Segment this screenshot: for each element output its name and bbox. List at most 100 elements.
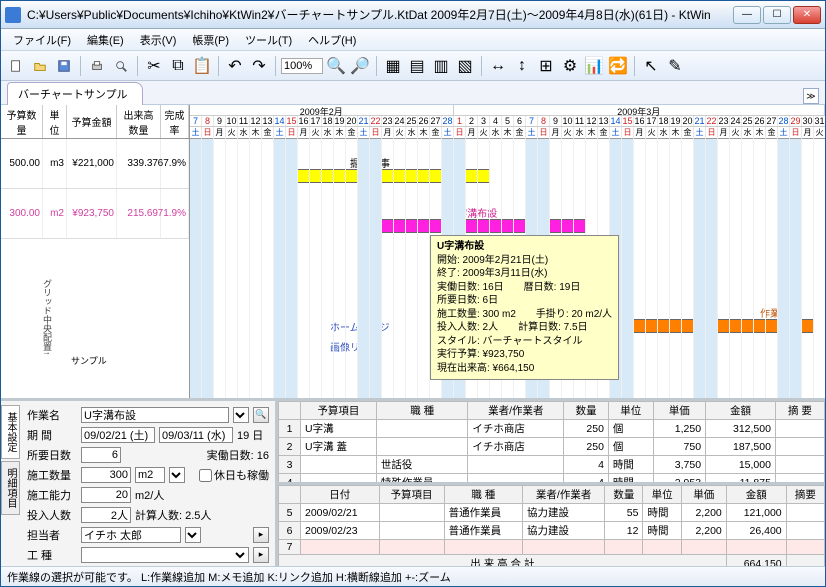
zoom-input[interactable] [281,58,323,74]
month-mar: 2009年3月 [454,105,825,115]
label-period: 期 間 [27,427,77,443]
progress-grid[interactable]: 日付 予算項目 職 種 業者/作業者 数量 単位 単価 金額 摘要 52009/… [278,485,825,566]
collapse-button[interactable]: ≫ [803,88,819,104]
actual-days: 実働日数: 16 [207,447,269,463]
calc-ppl: 計算人数: 2.5人 [135,507,211,523]
app-icon [5,7,21,23]
gantt-left-columns: 予算数量 単位 予算金額 出来高数量 完成率 500.00 m3 ¥221,00… [1,105,190,398]
menubar: ファイル(F) 編集(E) 表示(V) 帳票(P) ツール(T) ヘルプ(H) [1,29,825,51]
task-tooltip: U字溝布設 開始: 2009年2月21日(土) 終了: 2009年3月11日(水… [430,235,619,380]
col-dekidaka: 出来高数量 [117,105,161,138]
menu-edit[interactable]: 編集(E) [79,30,132,50]
print-button[interactable] [86,55,108,77]
tool-h[interactable]: ⚙ [559,55,581,77]
input-cap[interactable] [81,487,131,503]
col-budget-amt: 予算金額 [67,105,117,138]
progress-total: 664,150 [726,555,786,567]
toolbar: ✂ ⧉ 📋 ↶ ↷ 🔍 🔎 ▦ ▤ ▥ ▧ ↔ ↕ ⊞ ⚙ 📊 🔁 ↖ ✎ [1,51,825,81]
copy-button[interactable]: ⧉ [167,55,189,77]
save-button[interactable] [53,55,75,77]
table-row[interactable]: 62009/02/23普通作業員協力建設12時間2,20026,400 [279,522,825,540]
pen-tool[interactable]: ✎ [664,55,686,77]
label-holiday: 休日も稼働 [214,467,269,483]
input-period-from[interactable] [81,427,155,443]
gantt-chart[interactable]: 2009年2月 2009年3月 789101112131415161718192… [190,105,825,398]
window-titlebar: C:¥Users¥Public¥Documents¥Ichiho¥KtWin2¥… [1,1,825,29]
table-row[interactable]: 52009/02/21普通作業員協力建設55時間2,200121,000 [279,504,825,522]
label-qty: 施工数量 [27,467,77,483]
work-button[interactable]: ▸ [253,547,269,563]
sample-label: サンプル [71,354,107,367]
label-req: 所要日数 [27,447,77,463]
status-text: 作業線の選択が可能です。 L:作業線追加 M:メモ追加 K:リンク追加 H:横断… [7,569,451,585]
tool-f[interactable]: ↕ [511,55,533,77]
col-unit: 単位 [43,105,67,138]
name-dropdown[interactable] [233,407,249,423]
checkbox-holiday[interactable] [199,469,212,482]
input-name[interactable] [81,407,229,423]
paste-button[interactable]: 📋 [191,55,213,77]
input-req[interactable] [81,447,121,463]
mgr-button[interactable]: ▸ [253,527,269,543]
window-title: C:¥Users¥Public¥Documents¥Ichiho¥KtWin2¥… [27,6,733,23]
col-complete: 完成率 [161,105,189,138]
input-qty[interactable] [81,467,131,483]
tab-label: バーチャートサンプル [18,89,128,101]
col-budget-qty: 予算数量 [1,105,43,138]
label-ppl: 投入人数 [27,507,77,523]
new-button[interactable] [5,55,27,77]
tool-j[interactable]: 🔁 [607,55,629,77]
side-tab-detail[interactable]: 明細項目 [1,461,20,515]
undo-button[interactable]: ↶ [224,55,246,77]
tool-c[interactable]: ▥ [430,55,452,77]
menu-help[interactable]: ヘルプ(H) [300,30,364,50]
table-row[interactable]: 3世話役4時間3,75015,000 [279,456,825,474]
tool-b[interactable]: ▤ [406,55,428,77]
menu-view[interactable]: 表示(V) [132,30,185,50]
menu-file[interactable]: ファイル(F) [5,30,79,50]
input-mgr[interactable] [81,527,181,543]
name-lookup-button[interactable]: 🔍 [253,407,269,423]
table-row[interactable]: 4特殊作業員4時間2,95311,875 [279,474,825,483]
close-button[interactable]: ✕ [793,6,821,24]
pointer-tool[interactable]: ↖ [640,55,662,77]
label-cap: 施工能力 [27,487,77,503]
grid-center-label: グリッド中央配置↑ [41,279,54,356]
label-work: 工 種 [27,547,77,563]
mgr-dropdown[interactable] [185,527,201,543]
tool-a[interactable]: ▦ [382,55,404,77]
maximize-button[interactable]: ☐ [763,6,791,24]
label-mgr: 担当者 [27,527,77,543]
tool-i[interactable]: 📊 [583,55,605,77]
preview-button[interactable] [110,55,132,77]
tool-e[interactable]: ↔ [487,55,509,77]
minimize-button[interactable]: — [733,6,761,24]
table-row[interactable]: 7 [279,540,825,555]
progress-total-label: 出 来 高 合 計 [279,555,727,567]
side-tab-basic[interactable]: 基本設定 [1,405,20,459]
open-button[interactable] [29,55,51,77]
label-name: 作業名 [27,407,77,423]
zoom-out-button[interactable]: 🔎 [349,55,371,77]
document-tab[interactable]: バーチャートサンプル [7,82,143,105]
qty-unit-dropdown[interactable] [169,467,185,483]
menu-ledger[interactable]: 帳票(P) [184,30,237,50]
menu-tool[interactable]: ツール(T) [237,30,300,50]
budget-grid[interactable]: 予算項目 職 種 業者/作業者 数量 単位 単価 金額 摘 要 1U字溝イチホ商… [278,401,825,482]
redo-button[interactable]: ↷ [248,55,270,77]
input-qty-unit[interactable] [135,467,165,483]
cap-unit: m2/人 [135,487,164,503]
task-form-panel: 基本設定 明細項目 作業名 🔍 期 間 19 日 [1,401,278,566]
table-row[interactable]: 2U字溝 蓋イチホ商店250個750187,500 [279,438,825,456]
tool-d[interactable]: ▧ [454,55,476,77]
month-feb: 2009年2月 [190,105,454,115]
input-period-to[interactable] [159,427,233,443]
period-days: 19 日 [237,427,263,443]
statusbar: 作業線の選択が可能です。 L:作業線追加 M:メモ追加 K:リンク追加 H:横断… [1,566,825,586]
tool-g[interactable]: ⊞ [535,55,557,77]
cut-button[interactable]: ✂ [143,55,165,77]
zoom-in-button[interactable]: 🔍 [325,55,347,77]
table-row[interactable]: 1U字溝イチホ商店250個1,250312,500 [279,420,825,438]
input-ppl[interactable] [81,507,131,523]
work-select[interactable] [81,547,249,563]
